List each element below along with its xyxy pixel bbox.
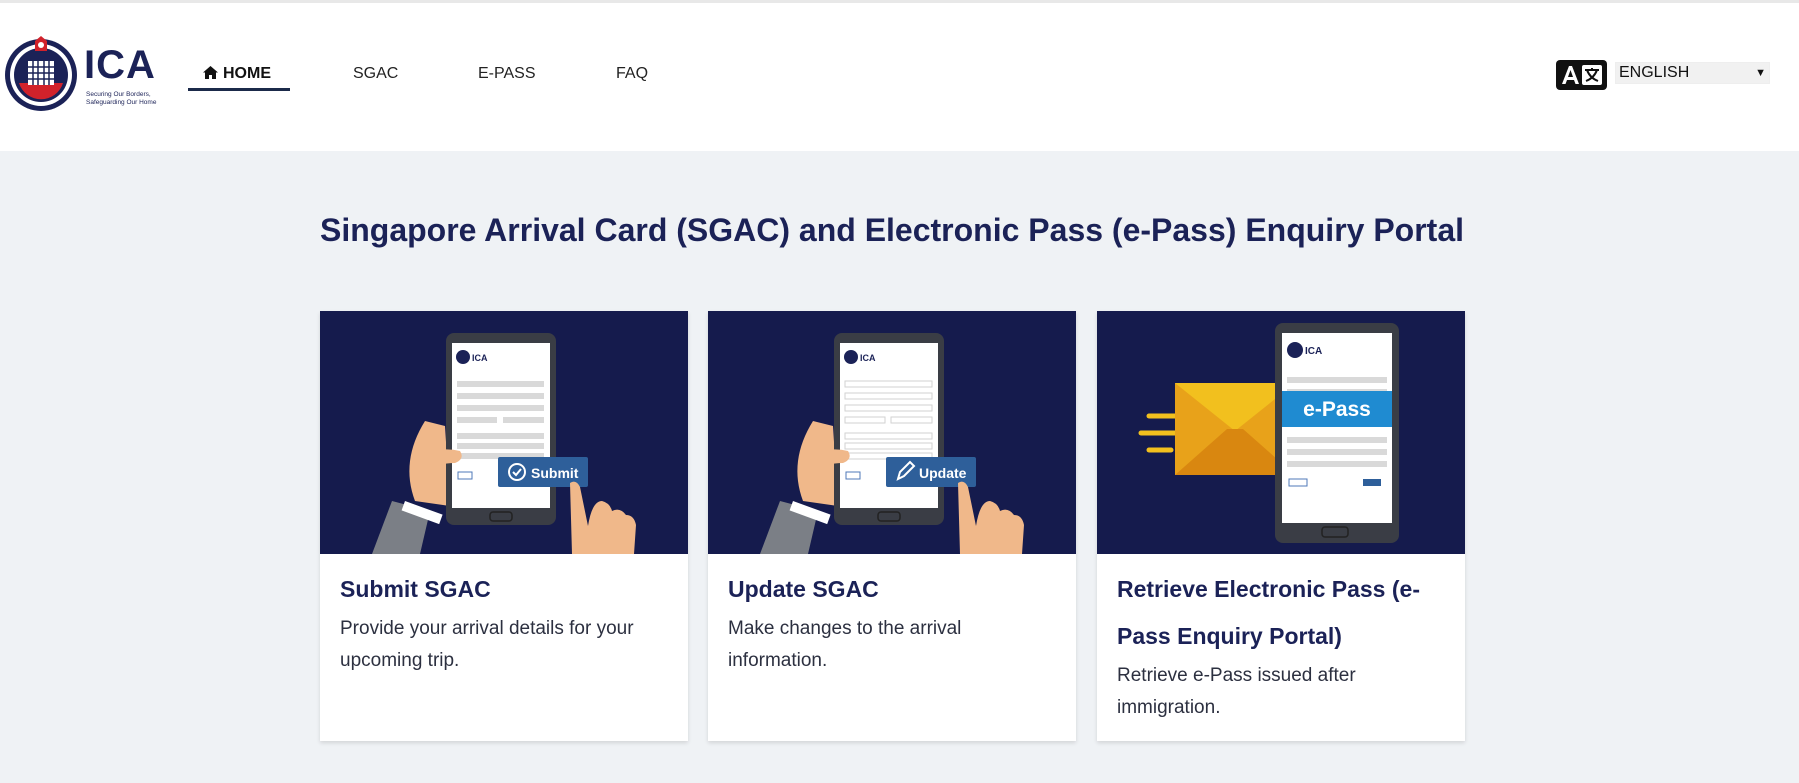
card-description: Make changes to the arrival information. — [728, 618, 962, 671]
svg-text:ICA: ICA — [860, 353, 876, 363]
logo-text: ICA — [84, 43, 156, 87]
logo-tagline: Securing Our Borders, Safeguarding Our H… — [86, 91, 157, 106]
svg-text:ICA: ICA — [1305, 346, 1322, 357]
top-header: ICA Securing Our Borders, Safeguarding O… — [0, 0, 1799, 151]
nav-home[interactable]: HOME — [188, 63, 290, 91]
update-sgac-illustration: ICA Update — [708, 311, 1076, 554]
home-icon — [203, 66, 218, 79]
retrieve-epass-illustration: ICA e-Pass — [1097, 311, 1465, 554]
card-title: Retrieve Electronic Pass (e-Pass Enquiry… — [1117, 576, 1420, 649]
svg-text:ICA: ICA — [472, 353, 488, 363]
svg-text:Update: Update — [919, 465, 967, 481]
translate-icon[interactable] — [1556, 60, 1607, 90]
nav-faq[interactable]: FAQ — [616, 63, 648, 91]
card-retrieve-epass[interactable]: ICA e-Pass Retrieve Electronic Pass (e-P… — [1097, 311, 1465, 741]
submit-sgac-illustration: ICA Submit — [320, 311, 688, 554]
card-submit-sgac[interactable]: ICA Submit Submit SGAC Provide your arri… — [320, 311, 688, 741]
card-title: Update SGAC — [728, 576, 879, 602]
page-title: Singapore Arrival Card (SGAC) and Electr… — [320, 212, 1465, 248]
card-title: Submit SGAC — [340, 576, 491, 602]
nav-sgac[interactable]: SGAC — [353, 63, 398, 91]
ica-logo[interactable]: ICA Securing Our Borders, Safeguarding O… — [2, 33, 162, 117]
card-description: Provide your arrival details for your up… — [340, 618, 634, 671]
card-update-sgac[interactable]: ICA Update Update SGAC Make changes to t… — [708, 311, 1076, 741]
card-description: Retrieve e-Pass issued after immigration… — [1117, 665, 1356, 718]
chevron-down-icon: ▼ — [1755, 67, 1766, 79]
svg-text:Submit: Submit — [531, 465, 579, 481]
ica-crest-icon — [5, 36, 77, 111]
svg-text:e-Pass: e-Pass — [1303, 398, 1371, 421]
nav-epass[interactable]: E-PASS — [478, 63, 536, 91]
language-select[interactable]: ENGLISH ▼ — [1615, 62, 1770, 84]
